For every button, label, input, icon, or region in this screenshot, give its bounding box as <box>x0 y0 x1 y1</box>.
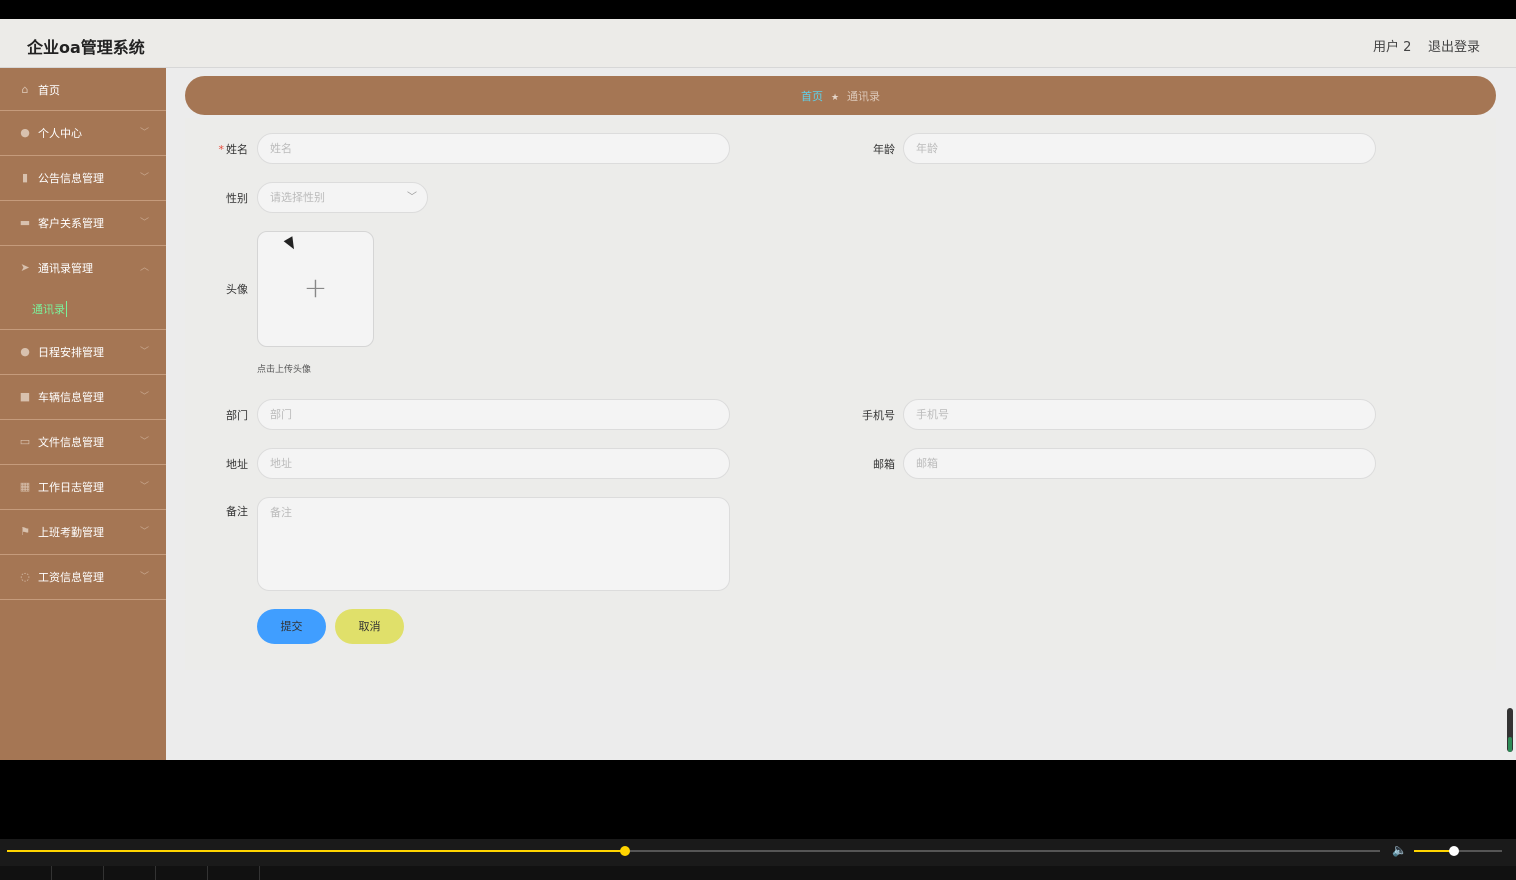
department-input[interactable]: 部门 <box>257 399 730 430</box>
flag-icon: ⚑ <box>20 525 30 538</box>
current-user[interactable]: 用户 2 <box>1373 36 1411 55</box>
app-title: 企业oa管理系统 <box>27 38 145 57</box>
taskbar-item[interactable] <box>208 866 260 880</box>
progress-bar[interactable] <box>7 846 1380 856</box>
taskbar-item[interactable] <box>52 866 104 880</box>
sidebar-item-home[interactable]: ⌂ 首页 <box>0 68 166 111</box>
required-asterisk: * <box>218 143 225 156</box>
note-textarea[interactable]: 备注 <box>257 497 730 591</box>
chevron-down-icon: ﹀ <box>140 173 150 183</box>
gender-select-value: 请选择性别 <box>270 191 325 204</box>
sidebar-item-announcements[interactable]: ▮ 公告信息管理 ﹀ <box>0 156 166 201</box>
sidebar: ⌂ 首页 ● 个人中心 ﹀ ▮ 公告信息管理 ﹀ ▬ 客户关系管理 ﹀ ➤ 通讯… <box>0 68 166 760</box>
sidebar-item-label: 客户关系管理 <box>38 217 104 230</box>
volume-handle[interactable] <box>1448 846 1459 856</box>
progress-handle[interactable] <box>619 846 630 856</box>
breadcrumb: 首页 ★ 通讯录 <box>185 76 1496 115</box>
video-player-controls: 🔈 <box>0 839 1516 880</box>
taskbar-item[interactable] <box>156 866 208 880</box>
bar-chart-icon: ▮ <box>21 171 29 184</box>
briefcase-icon: ■ <box>19 390 31 403</box>
address-label: 地址 <box>226 458 248 471</box>
email-label: 邮箱 <box>873 458 895 471</box>
sidebar-item-label: 文件信息管理 <box>38 436 104 449</box>
chevron-down-icon: ﹀ <box>140 392 150 402</box>
avatar-label: 头像 <box>226 283 248 296</box>
chevron-down-icon: ﹀ <box>140 572 150 582</box>
name-label: * 姓名 <box>218 143 249 156</box>
avatar-upload[interactable]: + <box>257 231 374 347</box>
main-content: 首页 ★ 通讯录 * 姓名 姓名 年龄 年龄 性别 请选择性别 ﹀ 头像 + 点击上传… <box>166 68 1516 760</box>
sidebar-item-customers[interactable]: ▬ 客户关系管理 ﹀ <box>0 201 166 246</box>
volume-slider[interactable] <box>1414 846 1502 856</box>
sidebar-item-label: 通讯录管理 <box>38 262 93 275</box>
phone-input[interactable]: 手机号 <box>903 399 1376 430</box>
home-icon: ⌂ <box>21 83 29 96</box>
grid-icon: ▦ <box>19 480 31 493</box>
send-icon: ➤ <box>20 261 30 274</box>
submit-button[interactable]: 提交 <box>257 609 326 644</box>
star-icon: ★ <box>830 93 840 103</box>
person-icon: ● <box>20 345 30 358</box>
taskbar <box>0 866 1516 880</box>
sidebar-item-label: 日程安排管理 <box>38 346 104 359</box>
sidebar-subitem-contacts[interactable]: 通讯录 <box>0 291 166 330</box>
sidebar-item-label: 首页 <box>38 84 60 97</box>
chevron-down-icon: ﹀ <box>140 128 150 138</box>
contact-form: * 姓名 姓名 年龄 年龄 性别 请选择性别 ﹀ 头像 + 点击上传头像 部门 部… <box>185 118 1496 670</box>
file-icon: ▭ <box>19 435 31 448</box>
chevron-down-icon: ﹀ <box>407 192 417 203</box>
chevron-down-icon: ﹀ <box>140 218 150 228</box>
department-label: 部门 <box>226 409 248 422</box>
sidebar-item-work-logs[interactable]: ▦ 工作日志管理 ﹀ <box>0 465 166 510</box>
header: 企业oa管理系统 用户 2 退出登录 <box>0 19 1516 68</box>
app-window: 企业oa管理系统 用户 2 退出登录 ⌂ 首页 ● 个人中心 ﹀ ▮ 公告信息管… <box>0 19 1516 760</box>
plus-icon: + <box>303 271 328 304</box>
sidebar-item-personal-center[interactable]: ● 个人中心 ﹀ <box>0 111 166 156</box>
chevron-down-icon: ﹀ <box>140 482 150 492</box>
gender-label: 性别 <box>226 192 248 205</box>
sidebar-item-label: 工资信息管理 <box>38 571 104 584</box>
address-input[interactable]: 地址 <box>257 448 730 479</box>
note-label: 备注 <box>226 505 248 518</box>
user-icon: ● <box>20 126 30 139</box>
volume-fill <box>1414 850 1454 852</box>
chevron-down-icon: ﹀ <box>140 527 150 537</box>
age-label: 年龄 <box>873 143 895 156</box>
volume-icon[interactable]: 🔈 <box>1392 843 1407 857</box>
sidebar-item-contacts[interactable]: ➤ 通讯录管理 ︿ <box>0 246 166 291</box>
sidebar-subitem-label: 通讯录 <box>32 301 67 317</box>
chevron-down-icon: ﹀ <box>140 437 150 447</box>
sidebar-item-salary[interactable]: ◌ 工资信息管理 ﹀ <box>0 555 166 600</box>
scrollbar-accent <box>1508 737 1512 752</box>
taskbar-item[interactable] <box>104 866 156 880</box>
sidebar-item-vehicles[interactable]: ■ 车辆信息管理 ﹀ <box>0 375 166 420</box>
sidebar-item-files[interactable]: ▭ 文件信息管理 ﹀ <box>0 420 166 465</box>
sidebar-item-schedule[interactable]: ● 日程安排管理 ﹀ <box>0 330 166 375</box>
sidebar-item-attendance[interactable]: ⚑ 上班考勤管理 ﹀ <box>0 510 166 555</box>
breadcrumb-current: 通讯录 <box>847 90 881 103</box>
progress-fill <box>7 850 625 852</box>
gender-select[interactable]: 请选择性别 ﹀ <box>257 182 428 213</box>
breadcrumb-home[interactable]: 首页 <box>801 90 823 103</box>
chevron-up-icon: ︿ <box>140 263 150 273</box>
chevron-down-icon: ﹀ <box>140 347 150 357</box>
phone-label: 手机号 <box>862 409 895 422</box>
taskbar-item[interactable] <box>0 866 52 880</box>
sidebar-item-label: 车辆信息管理 <box>38 391 104 404</box>
age-input[interactable]: 年龄 <box>903 133 1376 164</box>
sidebar-item-label: 上班考勤管理 <box>38 526 104 539</box>
sidebar-item-label: 个人中心 <box>38 127 82 140</box>
name-input[interactable]: 姓名 <box>257 133 730 164</box>
avatar-upload-tip: 点击上传头像 <box>257 365 312 375</box>
sidebar-item-label: 公告信息管理 <box>38 172 104 185</box>
logout-link[interactable]: 退出登录 <box>1428 36 1480 55</box>
cancel-button[interactable]: 取消 <box>335 609 404 644</box>
sidebar-item-label: 工作日志管理 <box>38 481 104 494</box>
power-icon: ◌ <box>20 570 30 583</box>
email-input[interactable]: 邮箱 <box>903 448 1376 479</box>
document-icon: ▬ <box>19 216 31 229</box>
